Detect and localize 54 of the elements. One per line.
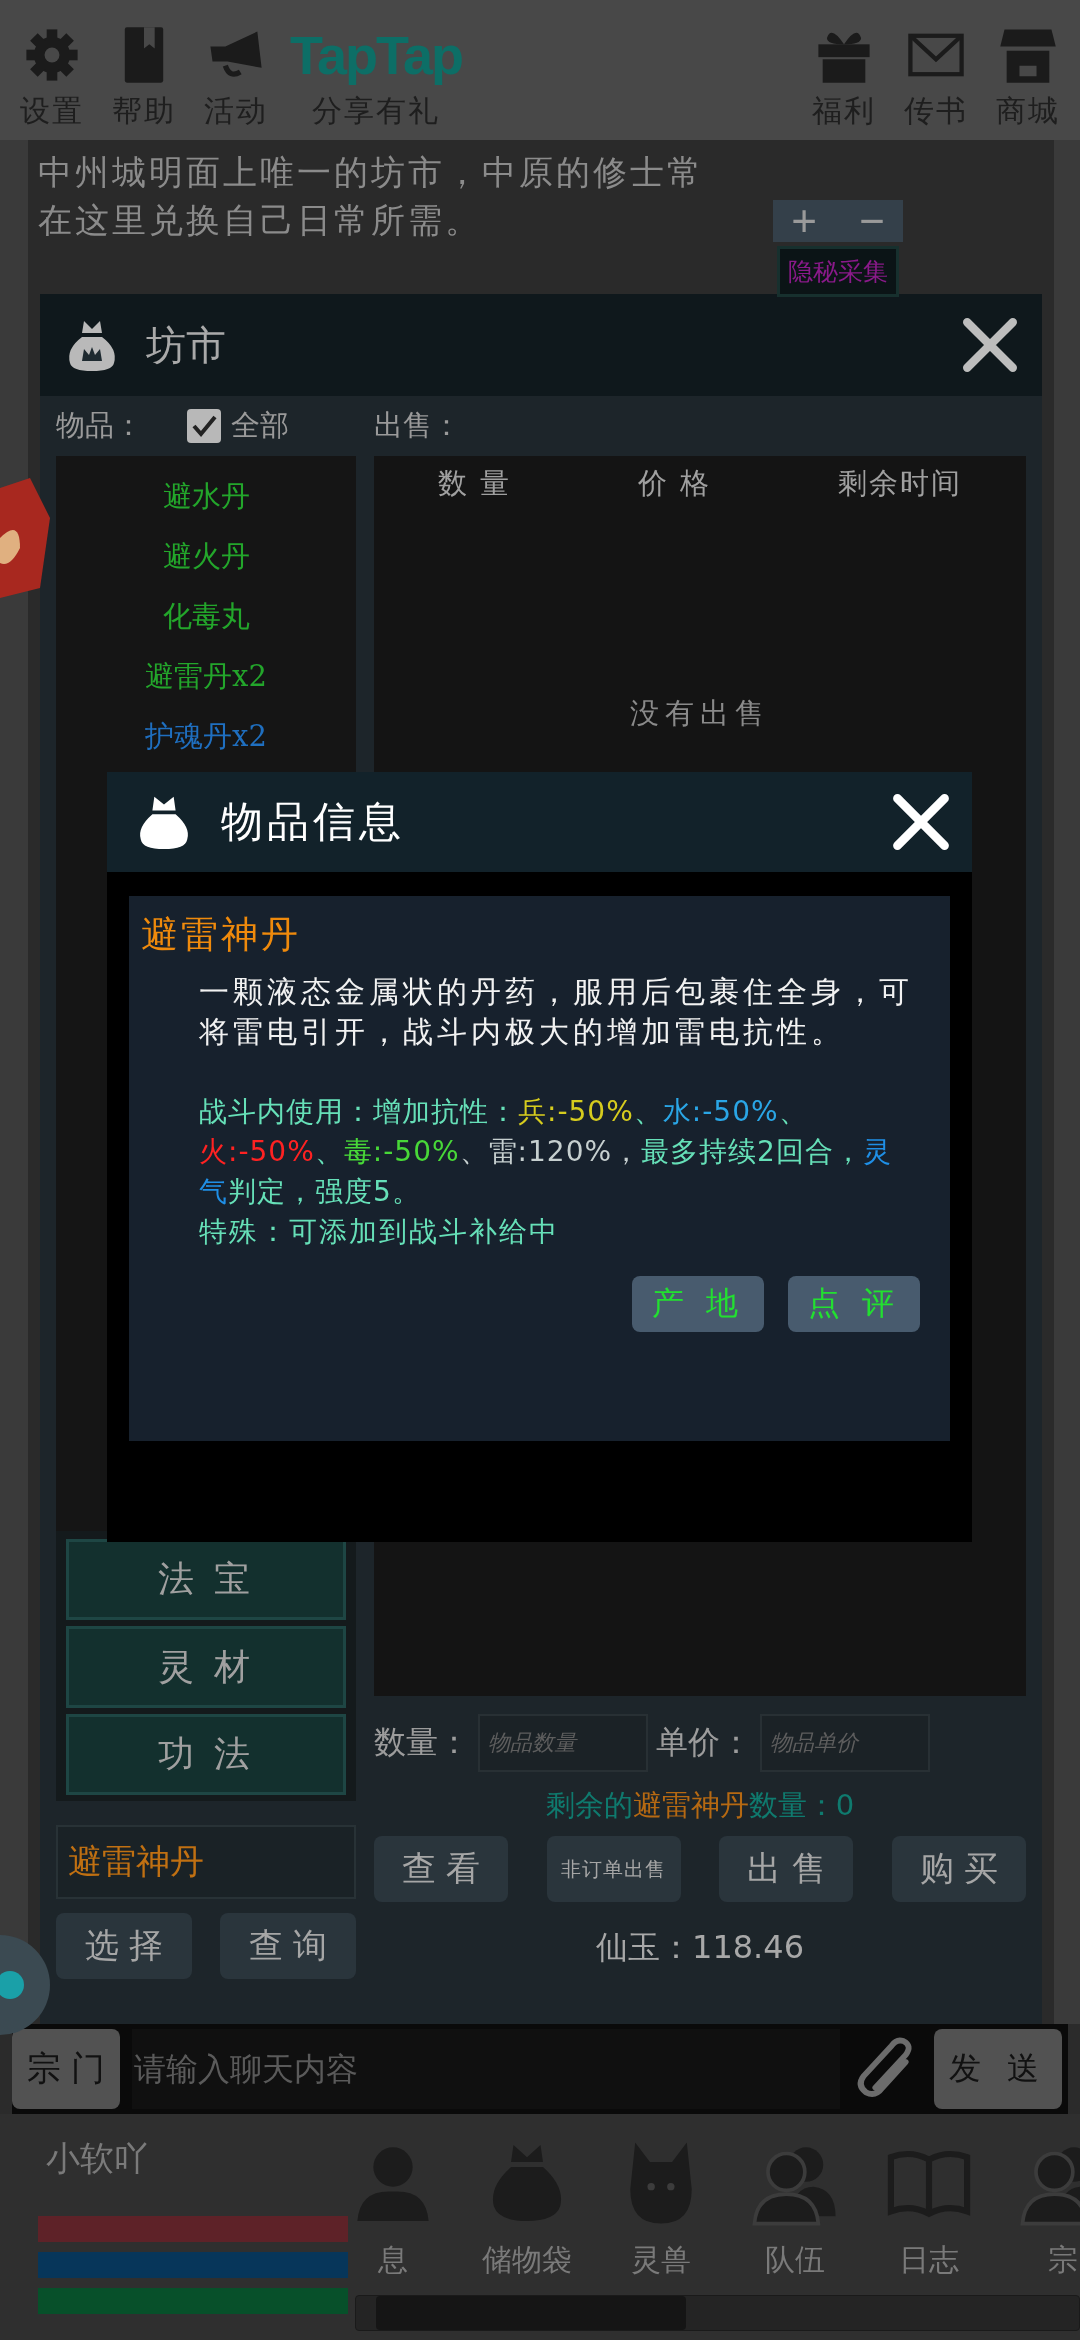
item-effect: 战斗内使用：增加抗性：兵:-50%、水:-50%、 火:-50%、毒:-50%、雷:120%，最多持续2回合，灵气判定，强度5。: [199, 1094, 893, 1210]
dialog-button[interactable]: 点 评: [788, 1276, 920, 1332]
currency-balance: 仙玉：118.46: [595, 1927, 805, 1968]
column-header: 价 格: [638, 465, 712, 502]
items-label: 物品：: [56, 407, 143, 444]
item-name: 避雷神丹: [141, 912, 302, 958]
category-button[interactable]: 功 法: [66, 1713, 346, 1795]
checkbox-label: 全部: [231, 407, 289, 444]
selected-item-field[interactable]: 避雷神丹: [56, 1825, 356, 1899]
item-special: 特殊：可添加到战斗补给中: [199, 1214, 560, 1250]
chat-input[interactable]: 请输入聊天内容: [132, 2049, 840, 2089]
nav-label: 储物袋: [482, 2241, 572, 2279]
checkbox[interactable]: [187, 409, 221, 443]
nav-label: 日志: [899, 2241, 959, 2279]
panel-title: 坊市: [146, 320, 227, 370]
nav-label: 队伍: [765, 2241, 825, 2279]
floating-bubble-icon[interactable]: [0, 1935, 50, 2035]
nav-label: 息: [378, 2241, 408, 2279]
quantity-field[interactable]: 物品数量: [478, 1714, 648, 1772]
avatar-icon[interactable]: [0, 478, 50, 598]
item-entry[interactable]: 避火丹: [56, 526, 356, 586]
location-description: 中州城明面上唯一的坊市，中原的修士常在这里兑换自己日常所需。: [38, 151, 705, 242]
player-name: 小软吖: [46, 2137, 149, 2180]
sell-label: 出售：: [374, 407, 461, 444]
zoom-out-button[interactable]: −: [841, 200, 903, 242]
action-button[interactable]: 购 买: [891, 1836, 1026, 1902]
category-button[interactable]: 灵 材: [66, 1626, 346, 1708]
category-button[interactable]: 法 宝: [66, 1539, 346, 1621]
action-button[interactable]: 非订单出售: [546, 1836, 681, 1902]
empty-message: 没有出售: [630, 695, 770, 732]
nav-label: 灵兽: [631, 2241, 691, 2279]
remaining-count: 剩余的避雷神丹数量：0: [544, 1787, 856, 1824]
chat-field[interactable]: 请输入聊天内容: [132, 2029, 840, 2109]
price-field[interactable]: 物品单价: [760, 1714, 930, 1772]
dialog-button[interactable]: 产 地: [632, 1276, 764, 1332]
action-button[interactable]: 选 择: [56, 1913, 192, 1979]
action-button[interactable]: 查 询: [220, 1913, 356, 1979]
column-header: 剩余时间: [838, 465, 963, 502]
scrollbar[interactable]: [355, 2295, 1080, 2331]
column-header: 数 量: [437, 465, 511, 502]
zoom-in-button[interactable]: +: [773, 200, 835, 242]
nav-label: 宗: [1048, 2241, 1078, 2279]
item-description: 一颗液态金属状的丹药，服用后包裹住全身，可将雷电引开，战斗内极大的增加雷电抗性。: [199, 973, 914, 1051]
dialog-title: 物品信息: [221, 796, 406, 848]
quantity-label: 数量：: [374, 1722, 470, 1763]
item-entry[interactable]: 护魂丹x2: [56, 706, 356, 766]
item-entry[interactable]: 避雷丹x2: [56, 646, 356, 706]
price-label: 单价：: [656, 1722, 752, 1763]
item-entry[interactable]: 化毒丸: [56, 586, 356, 646]
close-icon[interactable]: [890, 791, 952, 853]
action-button[interactable]: 出 售: [719, 1836, 854, 1902]
action-button[interactable]: 查 看: [374, 1836, 508, 1902]
close-icon[interactable]: [960, 315, 1020, 375]
item-entry[interactable]: 避水丹: [56, 466, 356, 526]
